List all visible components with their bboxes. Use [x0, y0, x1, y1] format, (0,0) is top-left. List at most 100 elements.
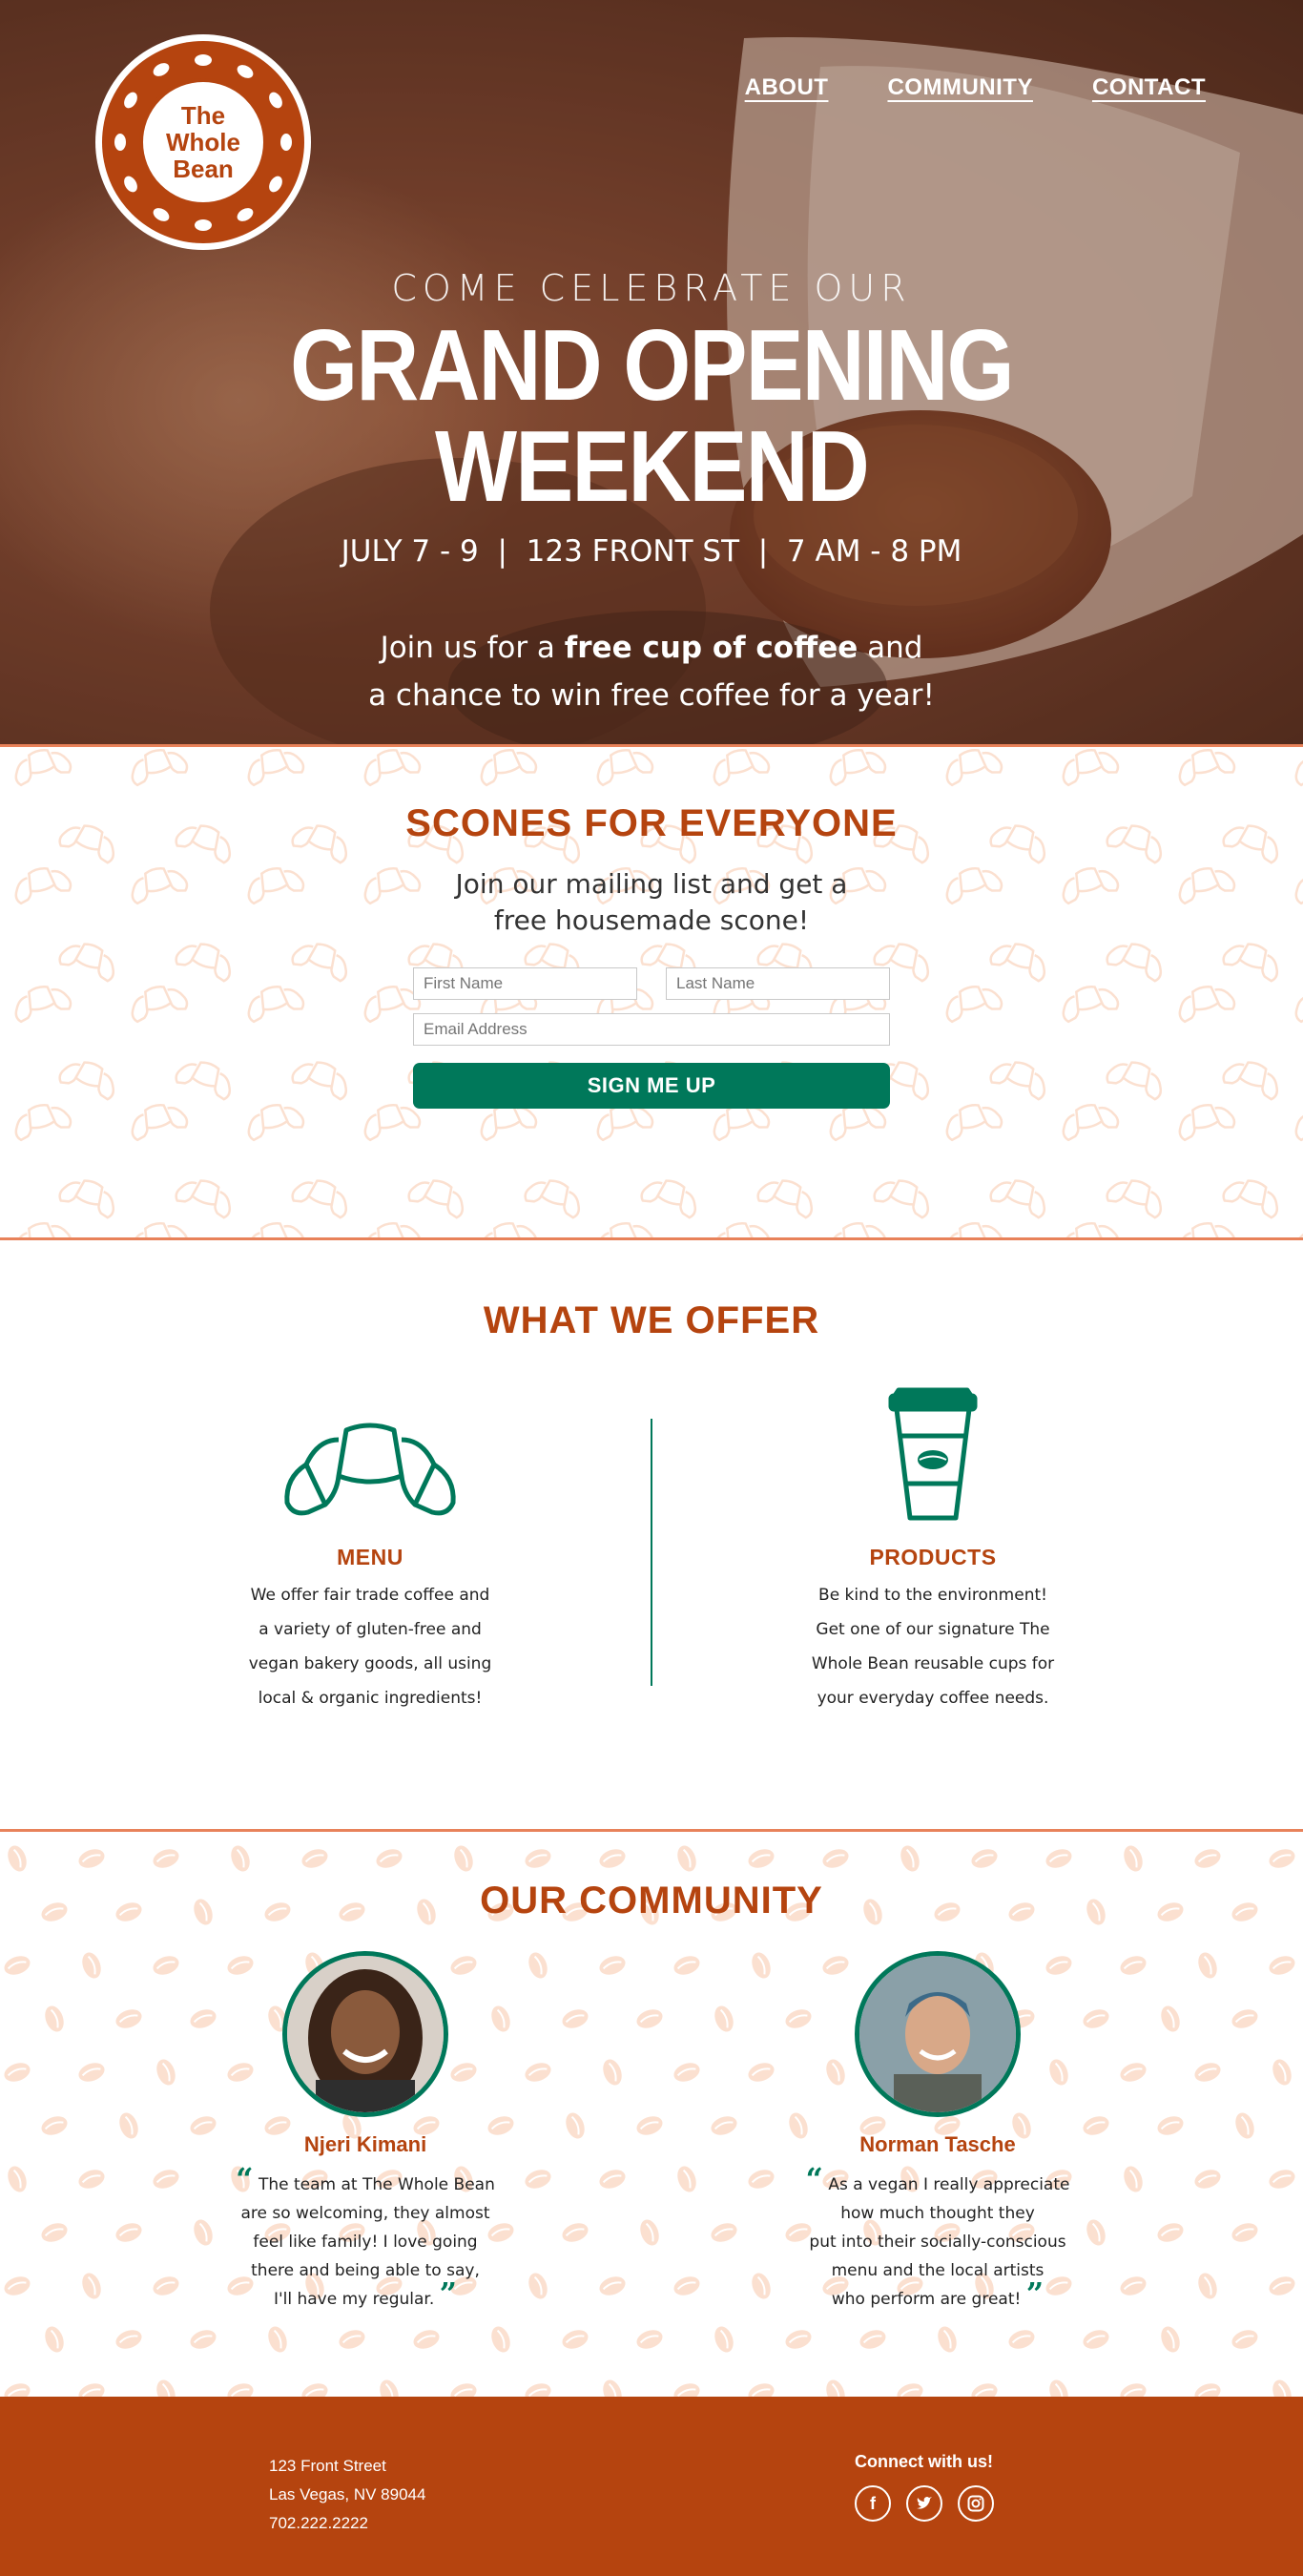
last-name-input[interactable] [666, 967, 890, 1000]
croissant-pattern-icon [829, 1222, 887, 1237]
hero-eyebrow: COME CELEBRATE OUR [391, 267, 912, 309]
menu-title: MENU [337, 1545, 403, 1569]
testimonial-card: Njeri Kimani “ The team at The Whole Bea… [227, 1951, 504, 2314]
portrait-njeri [287, 1956, 444, 2112]
sign-up-button[interactable]: SIGN ME UP [413, 1063, 890, 1109]
menu-line: a variety of gluten-free and [259, 1620, 482, 1639]
connect-label: Connect with us! [855, 2452, 993, 2471]
testimonial-name: Njeri Kimani [303, 2132, 427, 2156]
quote-line: put into their socially-conscious [809, 2233, 1066, 2252]
quote-line: how much thought they [840, 2204, 1035, 2223]
croissant-pattern-icon [756, 1179, 814, 1219]
coffee-bean-pattern-icon [785, 2330, 812, 2349]
offer-divider [651, 1419, 652, 1686]
croissant-pattern-icon [1106, 1179, 1163, 1219]
products-card: PRODUCTS Be kind to the environment! Get… [795, 1371, 1071, 1715]
nav-link-community[interactable]: COMMUNITY [887, 74, 1032, 101]
croissant-pattern-icon [247, 1222, 305, 1237]
quote-line: are so welcoming, they almost [240, 2204, 490, 2223]
coffee-bean-pattern-icon [603, 2379, 622, 2397]
croissant-pattern-icon [175, 1179, 232, 1219]
nav-link-contact[interactable]: CONTACT [1092, 74, 1206, 101]
scones-section: SCONES FOR EVERYONE Join our mailing lis… [0, 744, 1303, 1240]
hero-headline: GRAND OPENING WEEKEND [290, 309, 1014, 523]
scones-title: SCONES FOR EVERYONE [405, 802, 898, 844]
coffee-bean-pattern-icon [673, 2383, 700, 2397]
hero-invite: Join us for a free cup of coffee and a c… [0, 624, 1303, 719]
coffee-bean-pattern-icon [491, 2326, 510, 2353]
hero-text: COME CELEBRATE OUR GRAND OPENING WEEKEND… [0, 267, 1303, 719]
coffee-bean-pattern-icon [227, 2383, 254, 2397]
coffee-bean-pattern-icon [826, 2379, 845, 2397]
croissant-pattern-icon [131, 1222, 189, 1237]
event-address: 123 FRONT ST [526, 534, 740, 569]
avatar [282, 1951, 448, 2117]
address-line: 123 Front Street [269, 2457, 386, 2475]
hero-section: The Whole Bean ABOUT COMMUNITY CONTACT C… [0, 0, 1303, 744]
phone-number[interactable]: 702.222.2222 [269, 2509, 425, 2538]
croissant-pattern-icon [14, 1222, 72, 1237]
testimonial-name: Norman Tasche [859, 2132, 1016, 2156]
invite-text: and [858, 631, 923, 665]
menu-line: We offer fair trade coffee and [250, 1586, 490, 1605]
twitter-icon[interactable] [906, 2485, 942, 2522]
coffee-bean-pattern-icon [413, 2330, 440, 2349]
quote-line: who perform are great! [831, 2290, 1022, 2309]
logo-ring: The Whole Bean [102, 41, 304, 243]
croissant-pattern-icon [713, 1222, 771, 1237]
brand-logo[interactable]: The Whole Bean [95, 34, 311, 250]
coffee-bean-pattern-icon [562, 2330, 589, 2349]
coffee-bean-pattern-icon [450, 2383, 477, 2397]
coffee-bean-pattern-icon [301, 2383, 328, 2397]
footer-address: 123 Front Street Las Vegas, NV 89044 702… [269, 2452, 425, 2538]
coffee-bean-pattern-icon [714, 2326, 734, 2353]
separator: | [497, 534, 507, 569]
invite-text: Join us for a [380, 631, 565, 665]
email-input[interactable] [413, 1013, 890, 1046]
event-hours: 7 AM - 8 PM [786, 534, 962, 569]
quote-line: As a vegan I really appreciate [828, 2175, 1070, 2194]
croissant-pattern-icon [291, 1179, 348, 1219]
menu-description: We offer fair trade coffee and a variety… [232, 1578, 508, 1715]
menu-line: vegan bakery goods, all using [248, 1654, 492, 1673]
coffee-bean-pattern-icon [190, 2330, 217, 2349]
coffee-bean-pattern-icon [78, 2383, 105, 2397]
address-line: Las Vegas, NV 89044 [269, 2485, 426, 2503]
event-dates: JULY 7 - 9 [341, 534, 479, 569]
coffee-bean-pattern-icon [525, 2383, 551, 2397]
croissant-pattern-icon [989, 1179, 1046, 1219]
products-description: Be kind to the environment! Get one of o… [795, 1578, 1071, 1715]
coffee-cup-icon [888, 1387, 978, 1521]
coffee-bean-pattern-icon [1161, 2326, 1180, 2353]
facebook-icon[interactable]: f [855, 2485, 891, 2522]
site-footer: 123 Front Street Las Vegas, NV 89044 702… [0, 2397, 1303, 2576]
mailing-list-form: SIGN ME UP [413, 967, 890, 1109]
croissant-pattern-icon [945, 1222, 1003, 1237]
coffee-bean-pattern-icon [1272, 2379, 1292, 2397]
main-nav: ABOUT COMMUNITY CONTACT [745, 74, 1206, 101]
coffee-bean-pattern-icon [1120, 2383, 1147, 2397]
instagram-icon[interactable] [958, 2485, 994, 2522]
open-quote-icon: “ [805, 2161, 823, 2197]
first-name-input[interactable] [413, 967, 637, 1000]
nav-link-about[interactable]: ABOUT [745, 74, 829, 101]
coffee-bean-pattern-icon [268, 2326, 287, 2353]
coffee-bean-pattern-icon [636, 2330, 663, 2349]
menu-line: local & organic ingredients! [258, 1689, 483, 1708]
coffee-bean-pattern-icon [748, 2383, 775, 2397]
croissant-icon [284, 1423, 456, 1516]
scones-subtitle: Join our mailing list and get a free hou… [0, 866, 1303, 939]
quote-line: I'll have my regular. [273, 2290, 435, 2309]
scones-subtitle-line: Join our mailing list and get a [455, 868, 848, 900]
coffee-bean-ring-icon [114, 54, 292, 231]
portrait-norman [859, 1956, 1016, 2112]
invite-highlight: free cup of coffee [564, 631, 858, 665]
testimonial-quote: “ As a vegan I really appreciate how muc… [799, 2164, 1076, 2314]
coffee-bean-pattern-icon [1194, 2383, 1221, 2397]
croissant-pattern-icon [1062, 1222, 1120, 1237]
menu-card: MENU We offer fair trade coffee and a va… [232, 1371, 508, 1715]
croissant-pattern-icon [1222, 1179, 1279, 1219]
quote-line: feel like family! I love going [253, 2233, 478, 2252]
coffee-bean-pattern-icon [380, 2379, 399, 2397]
coffee-bean-pattern-icon [156, 2379, 176, 2397]
